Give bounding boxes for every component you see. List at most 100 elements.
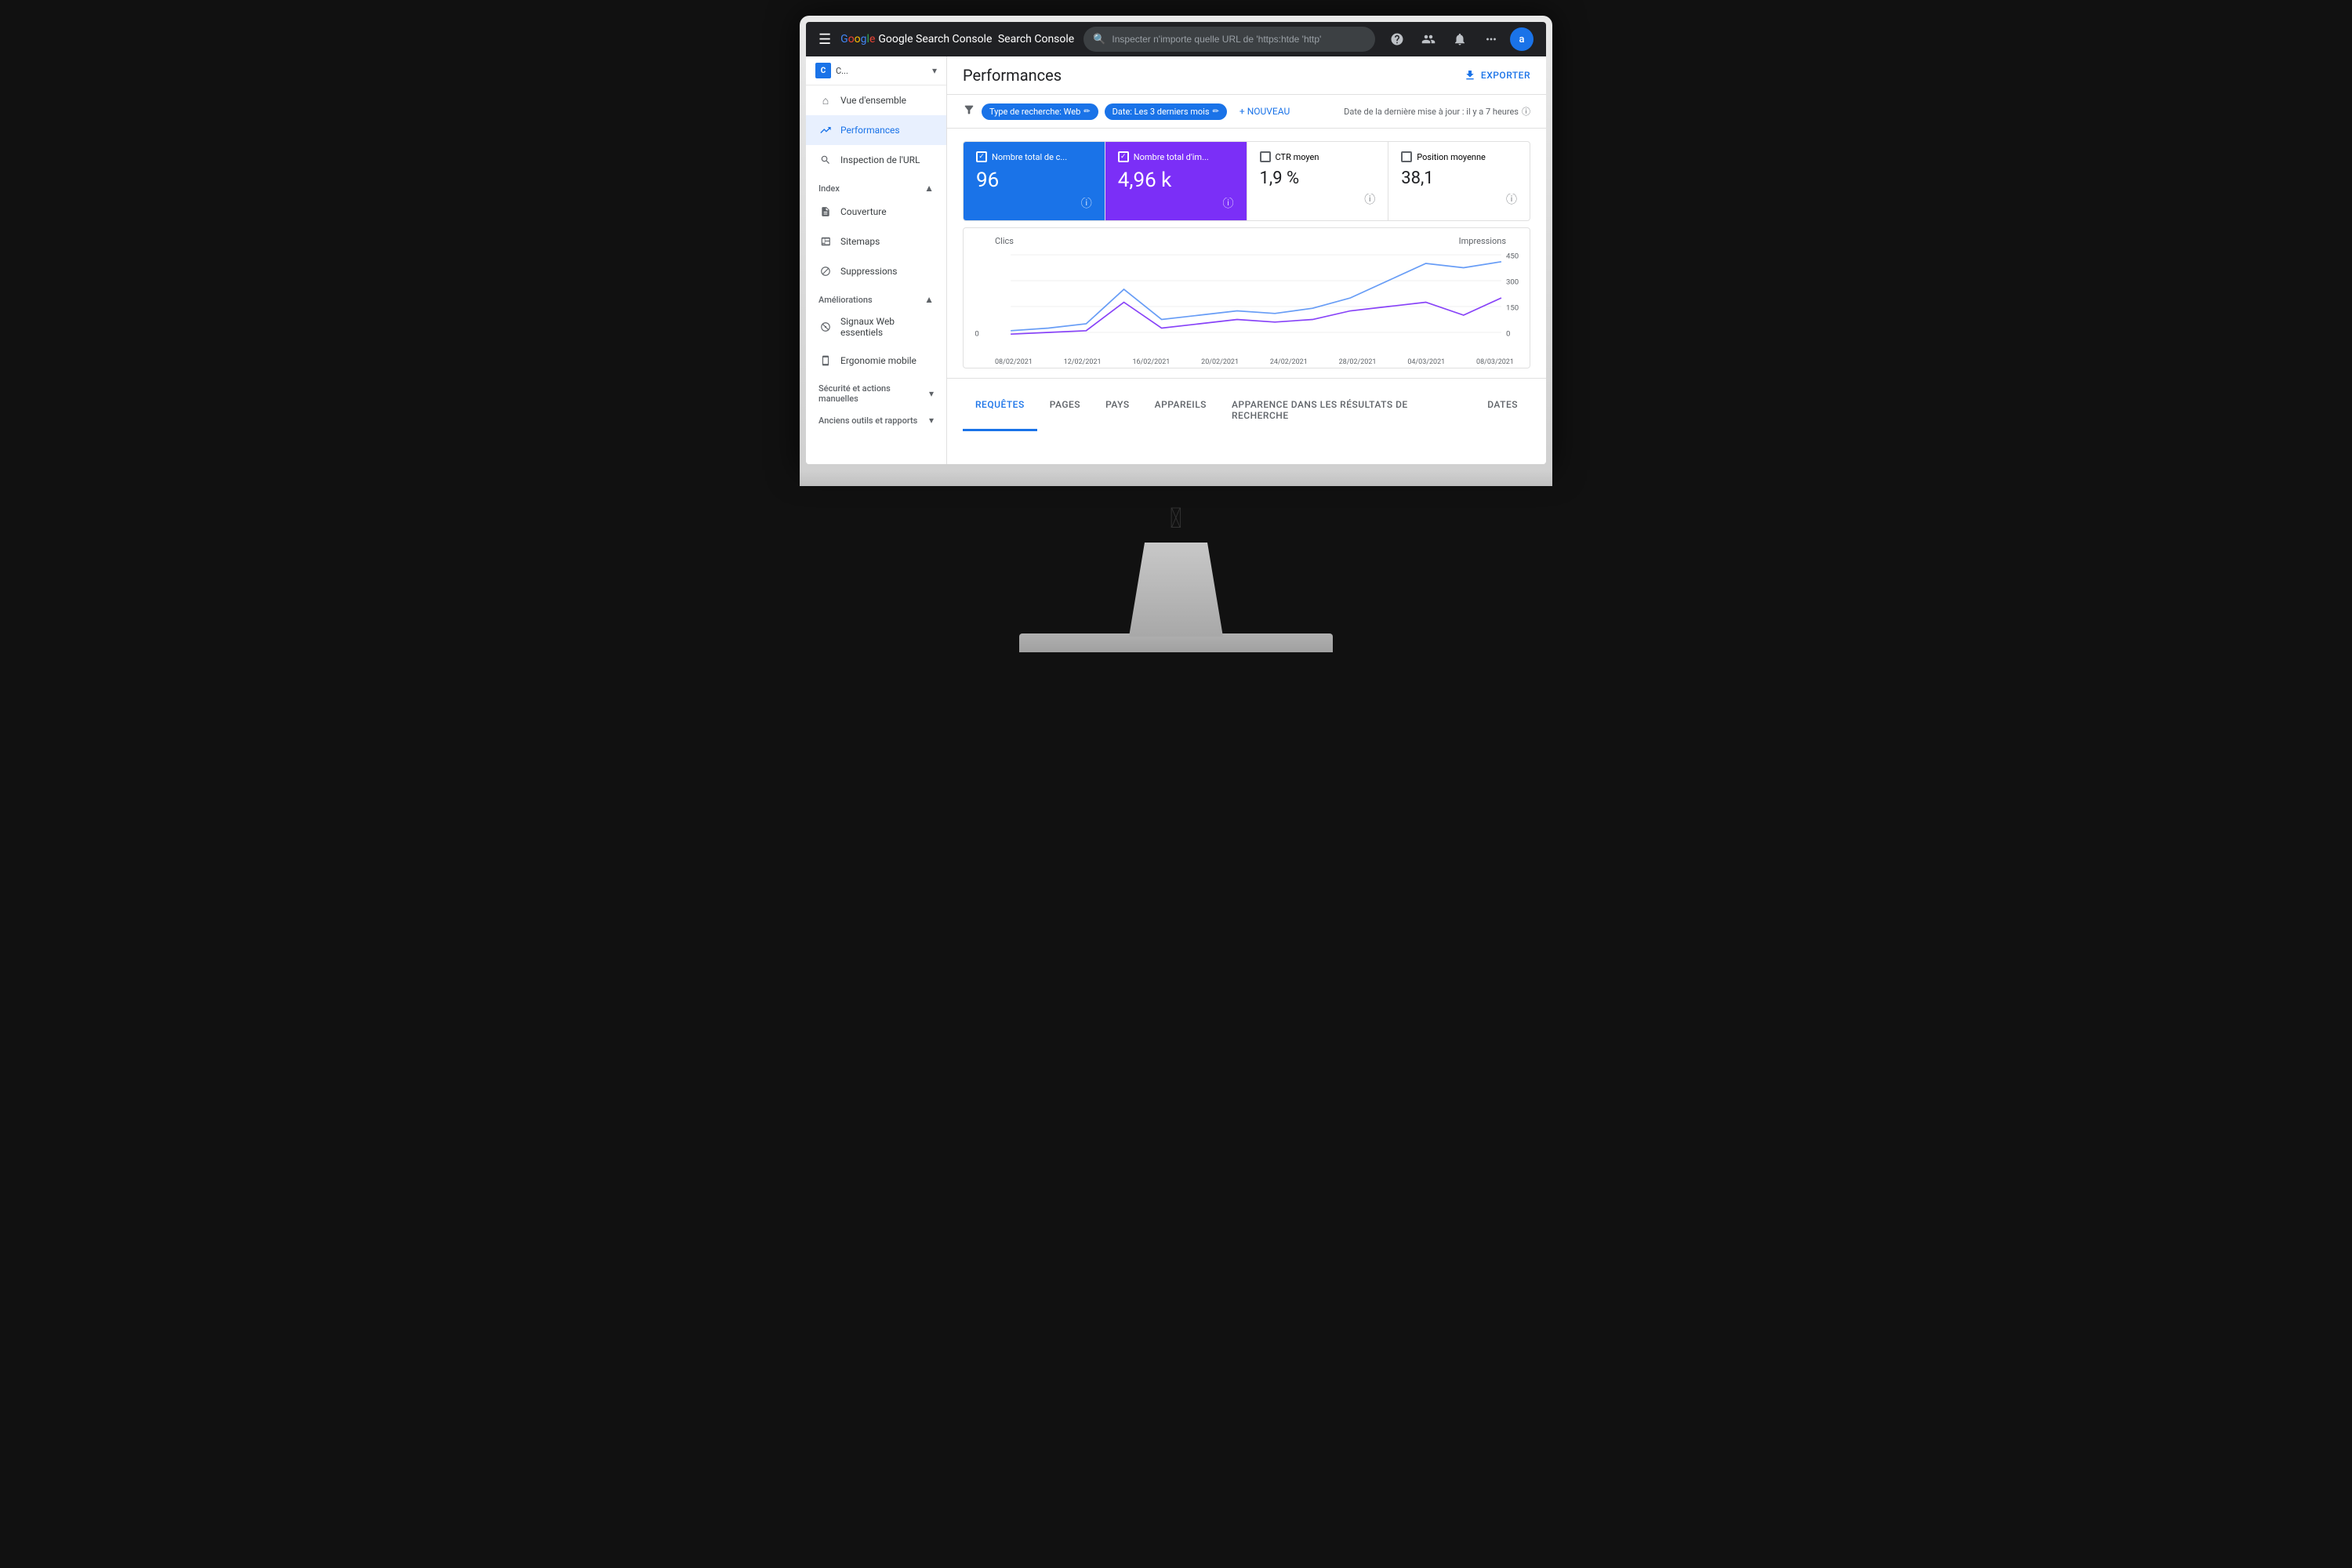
stat-ctr-footer: ⓘ bbox=[1260, 191, 1376, 207]
old-tools-chevron-icon: ▾ bbox=[929, 415, 934, 426]
stat-clicks-footer: ⓘ bbox=[976, 195, 1092, 211]
stat-card-position[interactable]: Position moyenne 38,1 ⓘ bbox=[1388, 142, 1530, 220]
stat-clicks-header: ✓ Nombre total de c... bbox=[976, 151, 1092, 162]
filter-chip-date-edit-icon: ✏ bbox=[1213, 107, 1219, 116]
bottom-tabs: REQUÊTES PAGES PAYS APPAREILS APPARENCE … bbox=[947, 378, 1546, 431]
tab-apparence[interactable]: APPARENCE DANS LES RÉSULTATS DE RECHERCH… bbox=[1219, 391, 1475, 431]
stat-clicks-label: Nombre total de c... bbox=[992, 152, 1067, 162]
notifications-button[interactable] bbox=[1447, 27, 1472, 52]
svg-text:150: 150 bbox=[1506, 304, 1519, 312]
help-button[interactable] bbox=[1385, 27, 1410, 52]
stat-clicks-checkbox: ✓ bbox=[976, 151, 987, 162]
apps-button[interactable] bbox=[1479, 27, 1504, 52]
stat-position-footer: ⓘ bbox=[1401, 191, 1517, 207]
stats-row: ✓ Nombre total de c... 96 ⓘ ✓ Nombre bbox=[963, 141, 1530, 221]
page-title: Performances bbox=[963, 66, 1062, 85]
sidebar-label-performances: Performances bbox=[840, 125, 900, 136]
search-input[interactable] bbox=[1112, 34, 1366, 45]
sidebar-item-suppressions[interactable]: Suppressions bbox=[806, 256, 946, 286]
monitor: ☰ Google Google Search Console Search Co… bbox=[800, 16, 1552, 470]
security-chevron-icon: ▾ bbox=[929, 388, 934, 399]
sidebar-item-coverage[interactable]: Couverture bbox=[806, 197, 946, 227]
screen-container: ☰ Google Google Search Console Search Co… bbox=[800, 16, 1552, 652]
sidebar-item-mobile[interactable]: Ergonomie mobile bbox=[806, 346, 946, 376]
last-update-text: Date de la dernière mise à jour : il y a… bbox=[1344, 107, 1519, 117]
stat-impressions-info-icon[interactable]: ⓘ bbox=[1223, 195, 1234, 211]
sidebar-item-sitemaps[interactable]: Sitemaps bbox=[806, 227, 946, 256]
svg-text:0: 0 bbox=[1506, 330, 1510, 338]
index-chevron-icon: ▲ bbox=[924, 183, 934, 194]
stat-impressions-label: Nombre total d'im... bbox=[1134, 152, 1209, 162]
old-tools-section-header[interactable]: Anciens outils et rapports ▾ bbox=[806, 407, 946, 429]
x-label-2: 16/02/2021 bbox=[1132, 358, 1170, 366]
ameliorations-section-header[interactable]: Améliorations ▲ bbox=[806, 286, 946, 308]
svg-text:450: 450 bbox=[1506, 252, 1519, 260]
tab-pays[interactable]: PAYS bbox=[1093, 391, 1142, 431]
coverage-icon bbox=[818, 205, 833, 219]
user-avatar[interactable]: a bbox=[1510, 27, 1534, 51]
new-filter-button[interactable]: + NOUVEAU bbox=[1233, 103, 1296, 120]
sidebar-label-suppressions: Suppressions bbox=[840, 266, 898, 277]
property-selector[interactable]: C C... ▾ bbox=[806, 56, 946, 85]
performance-chart: Clics Impressions 450 300 150 bbox=[963, 227, 1530, 368]
chart-x-labels: 08/02/2021 12/02/2021 16/02/2021 20/02/2… bbox=[995, 358, 1514, 366]
monitor-chin bbox=[800, 470, 1552, 486]
filter-chip-type[interactable]: Type de recherche: Web ✏ bbox=[982, 103, 1098, 120]
search-bar[interactable]: 🔍 bbox=[1083, 27, 1375, 52]
stat-impressions-value: 4,96 k bbox=[1118, 169, 1234, 192]
stat-position-checkbox bbox=[1401, 151, 1412, 162]
product-name-part: Search Console bbox=[995, 33, 1074, 45]
x-label-3: 20/02/2021 bbox=[1201, 358, 1239, 366]
index-section-header[interactable]: Index ▲ bbox=[806, 175, 946, 197]
product-name: Google Search Console bbox=[878, 33, 992, 45]
new-filter-label: + NOUVEAU bbox=[1240, 106, 1290, 117]
users-button[interactable] bbox=[1416, 27, 1441, 52]
mobile-icon bbox=[818, 354, 833, 368]
tab-appareils[interactable]: APPAREILS bbox=[1142, 391, 1219, 431]
property-icon: C bbox=[815, 63, 831, 78]
sidebar-item-performances[interactable]: Performances bbox=[806, 115, 946, 145]
stat-ctr-info-icon[interactable]: ⓘ bbox=[1364, 191, 1375, 207]
performance-icon bbox=[818, 123, 833, 137]
stat-card-clicks[interactable]: ✓ Nombre total de c... 96 ⓘ bbox=[964, 142, 1105, 220]
stat-ctr-checkbox bbox=[1260, 151, 1271, 162]
suppressions-icon bbox=[818, 264, 833, 278]
sidebar-label-web-signals: Signaux Web essentiels bbox=[840, 316, 934, 338]
sidebar-item-web-signals[interactable]: Signaux Web essentiels bbox=[806, 308, 946, 346]
ameliorations-section-label: Améliorations bbox=[818, 295, 873, 305]
stat-ctr-header: CTR moyen bbox=[1260, 151, 1376, 162]
filter-chip-date[interactable]: Date: Les 3 derniers mois ✏ bbox=[1105, 103, 1227, 120]
hamburger-icon[interactable]: ☰ bbox=[818, 31, 831, 48]
stat-card-impressions[interactable]: ✓ Nombre total d'im... 4,96 k ⓘ bbox=[1105, 142, 1247, 220]
stat-position-value: 38,1 bbox=[1401, 169, 1517, 188]
home-icon: ⌂ bbox=[818, 93, 833, 107]
x-label-7: 08/03/2021 bbox=[1476, 358, 1514, 366]
apple-logo:  bbox=[800, 486, 1552, 543]
google-wordmark: Google bbox=[840, 33, 875, 45]
chart-svg: 450 300 150 0 0 bbox=[973, 238, 1520, 358]
filter-chip-type-label: Type de recherche: Web bbox=[989, 107, 1080, 117]
tab-requetes[interactable]: REQUÊTES bbox=[963, 391, 1037, 431]
content-area: Performances EXPORTER Type de recherche:… bbox=[947, 56, 1546, 464]
ameliorations-chevron-icon: ▲ bbox=[924, 294, 934, 305]
stat-ctr-label: CTR moyen bbox=[1276, 152, 1319, 162]
export-button[interactable]: EXPORTER bbox=[1464, 69, 1530, 82]
security-section-header[interactable]: Sécurité et actions manuelles ▾ bbox=[806, 376, 946, 407]
security-section-label: Sécurité et actions manuelles bbox=[818, 383, 929, 404]
sidebar-label-url: Inspection de l'URL bbox=[840, 154, 920, 165]
stat-clicks-info-icon[interactable]: ⓘ bbox=[1081, 195, 1092, 211]
stat-position-info-icon[interactable]: ⓘ bbox=[1506, 191, 1517, 207]
stat-position-header: Position moyenne bbox=[1401, 151, 1517, 162]
stand-neck bbox=[1098, 543, 1254, 637]
content-header: Performances EXPORTER bbox=[947, 56, 1546, 95]
search-icon: 🔍 bbox=[1093, 34, 1105, 45]
sidebar-item-overview[interactable]: ⌂ Vue d'ensemble bbox=[806, 85, 946, 115]
tab-dates[interactable]: DATES bbox=[1475, 391, 1530, 431]
sidebar-label-mobile: Ergonomie mobile bbox=[840, 355, 916, 366]
svg-text:0: 0 bbox=[975, 330, 978, 338]
tab-pages[interactable]: PAGES bbox=[1037, 391, 1093, 431]
sidebar-label-sitemaps: Sitemaps bbox=[840, 236, 880, 247]
stat-card-ctr[interactable]: CTR moyen 1,9 % ⓘ bbox=[1247, 142, 1389, 220]
sidebar-item-url-inspection[interactable]: Inspection de l'URL bbox=[806, 145, 946, 175]
filters-bar: Type de recherche: Web ✏ Date: Les 3 der… bbox=[947, 95, 1546, 129]
